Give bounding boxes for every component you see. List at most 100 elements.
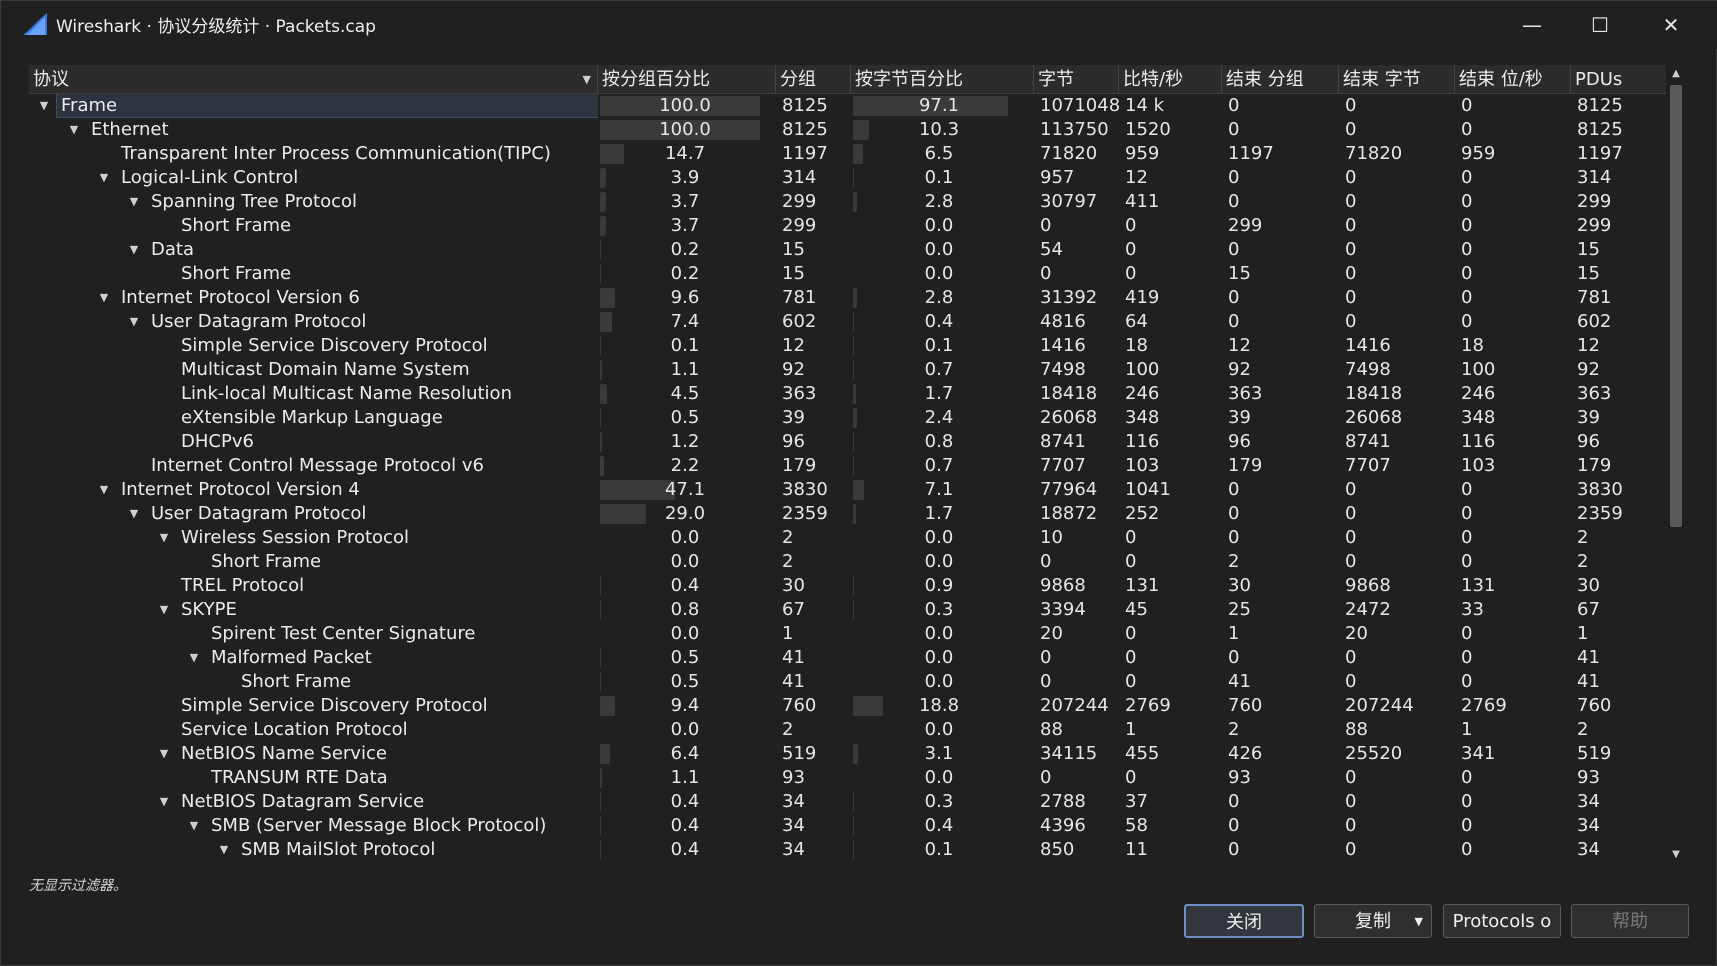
expand-down-icon[interactable]: ▼ — [127, 190, 141, 214]
expand-down-icon[interactable]: ▼ — [187, 646, 201, 670]
protocol-cell[interactable]: eXtensible Markup Language — [29, 406, 598, 430]
protocol-cell[interactable]: Internet Control Message Protocol v6 — [29, 454, 598, 478]
scroll-down-icon[interactable]: ▼ — [1666, 846, 1686, 864]
expand-down-icon[interactable]: ▼ — [127, 310, 141, 334]
tree-row[interactable]: ▼ User Datagram Protocol 7.4 602 0.4 4816 64 0 0… — [29, 310, 1669, 334]
tree-row[interactable]: ▼ Frame 100.0 8125 97.1 1071048 14 k 0 0 0 8125 — [29, 94, 1669, 118]
protocol-cell[interactable]: TRANSUM RTE Data — [29, 766, 598, 790]
expand-down-icon[interactable]: ▼ — [37, 94, 51, 118]
protocol-cell[interactable]: Short Frame — [29, 550, 598, 574]
expand-down-icon[interactable]: ▼ — [97, 166, 111, 190]
header-pdus[interactable]: PDUs — [1571, 65, 1669, 93]
tree-row[interactable]: Short Frame 0.2 15 0.0 0 0 15 0 0 15 — [29, 262, 1669, 286]
tree-row[interactable]: ▼ NetBIOS Datagram Service 0.4 34 0.3 2788 37 0… — [29, 790, 1669, 814]
tree-row[interactable]: ▼ Ethernet 100.0 8125 10.3 113750 1520 0 0 0 8125 — [29, 118, 1669, 142]
protocol-cell[interactable]: Simple Service Discovery Protocol — [29, 694, 598, 718]
protocol-cell[interactable]: ▼ NetBIOS Datagram Service — [29, 790, 598, 814]
protocol-cell[interactable]: ▼ Malformed Packet — [29, 646, 598, 670]
expand-down-icon[interactable]: ▼ — [217, 838, 231, 862]
protocol-cell[interactable]: ▼ Internet Protocol Version 4 — [29, 478, 598, 502]
tree-row[interactable]: ▼ NetBIOS Name Service 6.4 519 3.1 34115 455 42… — [29, 742, 1669, 766]
expand-down-icon[interactable]: ▼ — [157, 526, 171, 550]
tree-row[interactable]: ▼ Internet Protocol Version 4 47.1 3830 7.1 7… — [29, 478, 1669, 502]
tree-row[interactable]: Short Frame 0.5 41 0.0 0 0 41 0 0 41 — [29, 670, 1669, 694]
tree-row[interactable]: Short Frame 0.0 2 0.0 0 0 2 0 0 2 — [29, 550, 1669, 574]
protocol-cell[interactable]: ▼ Wireless Session Protocol — [29, 526, 598, 550]
tree-row[interactable]: Spirent Test Center Signature 0.0 1 0.0 20 0 1… — [29, 622, 1669, 646]
header-pct-bytes[interactable]: 按字节百分比 — [851, 65, 1034, 93]
tree-row[interactable]: DHCPv6 1.2 96 0.8 8741 116 96 8741 116 96 — [29, 430, 1669, 454]
tree-row[interactable]: ▼ Malformed Packet 0.5 41 0.0 0 0 0 0 0 41 — [29, 646, 1669, 670]
header-pct-packets[interactable]: 按分组百分比 — [598, 65, 776, 93]
chevron-down-icon[interactable]: ▼ — [1415, 905, 1423, 939]
expand-down-icon[interactable]: ▼ — [127, 502, 141, 526]
tree-row[interactable]: ▼ Internet Protocol Version 6 9.6 781 2.8 313… — [29, 286, 1669, 310]
tree-row[interactable]: ▼ SKYPE 0.8 67 0.3 3394 45 25 2472 33 67 — [29, 598, 1669, 622]
tree-row[interactable]: eXtensible Markup Language 0.5 39 2.4 26068 3… — [29, 406, 1669, 430]
protocol-cell[interactable]: Short Frame — [29, 214, 598, 238]
protocol-cell[interactable]: Multicast Domain Name System — [29, 358, 598, 382]
tree-row[interactable]: Transparent Inter Process Communication(… — [29, 142, 1669, 166]
tree-row[interactable]: Multicast Domain Name System 1.1 92 0.7 7498… — [29, 358, 1669, 382]
vertical-scrollbar[interactable]: ▲ ▼ — [1666, 65, 1686, 864]
protocol-cell[interactable]: Short Frame — [29, 262, 598, 286]
header-end-bytes[interactable]: 结束 字节 — [1339, 65, 1455, 93]
protocol-cell[interactable]: Short Frame — [29, 670, 598, 694]
protocol-cell[interactable]: ▼ NetBIOS Name Service — [29, 742, 598, 766]
expand-down-icon[interactable]: ▼ — [157, 598, 171, 622]
protocol-cell[interactable]: Spirent Test Center Signature — [29, 622, 598, 646]
header-bytes[interactable]: 字节 — [1034, 65, 1119, 93]
help-button[interactable]: 帮助 — [1571, 904, 1689, 938]
header-packets[interactable]: 分组 — [776, 65, 851, 93]
tree-row[interactable]: ▼ SMB (Server Message Block Protocol) 0.4 3… — [29, 814, 1669, 838]
expand-down-icon[interactable]: ▼ — [157, 790, 171, 814]
tree-row[interactable]: TREL Protocol 0.4 30 0.9 9868 131 30 9868 131 30 — [29, 574, 1669, 598]
header-bps[interactable]: 比特/秒 — [1119, 65, 1222, 93]
protocols-button[interactable]: Protocols o — [1443, 904, 1561, 938]
protocol-cell[interactable]: ▼ Frame — [29, 94, 598, 118]
copy-button[interactable]: 复制 ▼ — [1314, 904, 1432, 938]
tree-row[interactable]: Simple Service Discovery Protocol 0.1 12 0.… — [29, 334, 1669, 358]
protocol-cell[interactable]: ▼ User Datagram Protocol — [29, 502, 598, 526]
protocol-cell[interactable]: TREL Protocol — [29, 574, 598, 598]
protocol-cell[interactable]: Service Location Protocol — [29, 718, 598, 742]
protocol-cell[interactable]: Transparent Inter Process Communication(… — [29, 142, 598, 166]
tree-row[interactable]: ▼ Wireless Session Protocol 0.0 2 0.0 10 0 0 0 0 2 — [29, 526, 1669, 550]
tree-row[interactable]: ▼ User Datagram Protocol 29.0 2359 1.7 18872 2… — [29, 502, 1669, 526]
protocol-cell[interactable]: ▼ SMB (Server Message Block Protocol) — [29, 814, 598, 838]
scroll-up-icon[interactable]: ▲ — [1666, 65, 1686, 83]
header-end-packets[interactable]: 结束 分组 — [1222, 65, 1339, 93]
close-button[interactable]: 关闭 — [1184, 904, 1304, 938]
expand-down-icon[interactable]: ▼ — [97, 478, 111, 502]
protocol-tree[interactable]: 协议 ▼ 按分组百分比 分组 按字节百分比 字节 比特/秒 结束 分组 结束 字… — [29, 65, 1689, 864]
protocol-cell[interactable]: ▼ SKYPE — [29, 598, 598, 622]
close-window-button[interactable]: ✕ — [1646, 5, 1696, 45]
protocol-cell[interactable]: ▼ Internet Protocol Version 6 — [29, 286, 598, 310]
protocol-cell[interactable]: ▼ Logical-Link Control — [29, 166, 598, 190]
maximize-button[interactable]: ☐ — [1575, 5, 1625, 45]
protocol-cell[interactable]: ▼ Data — [29, 238, 598, 262]
minimize-button[interactable]: — — [1507, 5, 1557, 45]
scroll-thumb[interactable] — [1670, 85, 1682, 527]
expand-down-icon[interactable]: ▼ — [97, 286, 111, 310]
header-end-bps[interactable]: 结束 位/秒 — [1455, 65, 1571, 93]
tree-row[interactable]: Simple Service Discovery Protocol 9.4 760 1… — [29, 694, 1669, 718]
protocol-cell[interactable]: ▼ User Datagram Protocol — [29, 310, 598, 334]
protocol-cell[interactable]: ▼ SMB MailSlot Protocol — [29, 838, 598, 862]
tree-row[interactable]: ▼ SMB MailSlot Protocol 0.4 34 0.1 850 11 0 0 0 34 — [29, 838, 1669, 862]
expand-down-icon[interactable]: ▼ — [67, 118, 81, 142]
expand-down-icon[interactable]: ▼ — [187, 814, 201, 838]
protocol-cell[interactable]: ▼ Ethernet — [29, 118, 598, 142]
tree-row[interactable]: Short Frame 3.7 299 0.0 0 0 299 0 0 299 — [29, 214, 1669, 238]
protocol-cell[interactable]: ▼ Spanning Tree Protocol — [29, 190, 598, 214]
tree-row[interactable]: Internet Control Message Protocol v6 2.2 1… — [29, 454, 1669, 478]
tree-row[interactable]: ▼ Logical-Link Control 3.9 314 0.1 957 12 0 0 0 31… — [29, 166, 1669, 190]
expand-down-icon[interactable]: ▼ — [157, 742, 171, 766]
tree-row[interactable]: ▼ Spanning Tree Protocol 3.7 299 2.8 30797 411… — [29, 190, 1669, 214]
protocol-cell[interactable]: DHCPv6 — [29, 430, 598, 454]
expand-down-icon[interactable]: ▼ — [127, 238, 141, 262]
tree-row[interactable]: Service Location Protocol 0.0 2 0.0 88 1 2 88 1 2 — [29, 718, 1669, 742]
tree-row[interactable]: ▼ Data 0.2 15 0.0 54 0 0 0 0 15 — [29, 238, 1669, 262]
protocol-cell[interactable]: Simple Service Discovery Protocol — [29, 334, 598, 358]
tree-row[interactable]: Link-local Multicast Name Resolution 4.5 3… — [29, 382, 1669, 406]
